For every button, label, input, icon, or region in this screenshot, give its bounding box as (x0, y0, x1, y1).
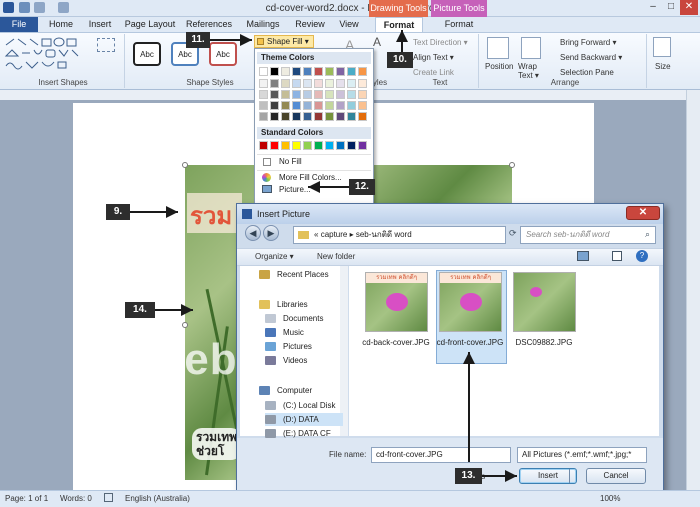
callout-12: 12. (349, 179, 375, 195)
callout-10: 10. (387, 52, 413, 68)
callout-14: 14. (125, 302, 155, 318)
callout-13: 13. (455, 468, 482, 484)
callout-11: 11. (186, 32, 210, 48)
callout-9: 9. (106, 204, 130, 220)
annotation-arrows (130, 30, 517, 482)
